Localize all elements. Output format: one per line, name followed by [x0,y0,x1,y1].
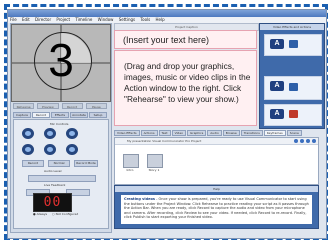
tab-effects[interactable]: Effects [51,112,69,118]
title-bar [8,10,326,17]
tab-text[interactable]: Text [158,130,171,136]
tab-capture[interactable]: Capture [13,112,31,118]
mic-label: Mic Controls [50,122,69,126]
tab-scene[interactable]: Scene [286,130,302,136]
camera-icon[interactable] [66,128,78,139]
audio-level-slider[interactable] [28,175,96,182]
camera-icon[interactable] [22,128,34,139]
normal-mode-button[interactable]: Normal [48,160,70,167]
radio-always[interactable]: ● Always [33,212,47,216]
countdown-number: 3 [48,34,74,86]
menu-help[interactable]: Help [156,17,165,22]
tab-transitions[interactable]: Transitions [240,130,263,136]
media-path-bar: My presentation Visual Communicator Pro … [115,138,318,145]
camera-icon[interactable] [44,144,56,155]
tab-browse[interactable]: Browse [222,130,240,136]
text-effect-icon: A [270,39,284,49]
media-tabs: Video Effects Actions Text Video Graphic… [114,130,314,136]
media-item-story-1[interactable] [147,154,163,168]
folder-icon[interactable] [312,139,316,143]
rehearse-button[interactable]: Rehearse [13,103,35,109]
radio-always-label: Always [36,212,48,216]
menu-tools[interactable]: Tools [140,17,150,22]
forward-icon[interactable] [300,139,304,143]
record-mode-select[interactable]: Record Mode [74,160,98,167]
camera-icons-row-1 [22,128,78,139]
media-toolbar [294,138,316,144]
media-item-story-1-label: Story 1 [148,168,160,172]
image-effect-icon [289,110,298,118]
level-label: Audio Level [44,169,62,173]
text-effect-icon: A [270,109,284,119]
radio-not-configured-label: Not Configured [55,212,79,216]
tab-setup[interactable]: Setup [89,112,107,118]
effect-tile-2[interactable]: A [264,76,322,100]
transport-controls: Rehearse Preview Record Pause [13,103,107,109]
image-effect-icon [289,40,298,48]
tab-actions[interactable]: Actions [140,130,158,136]
record-mode-button[interactable]: Record [22,160,44,167]
media-path: My presentation Visual Communicator Pro … [127,139,202,143]
media-browser: My presentation Visual Communicator Pro … [114,137,319,185]
effects-header: Video Effects and Actions [260,24,324,30]
tab-audio[interactable]: Audio [207,130,222,136]
help-panel: Help Creating videos - Once your show is… [114,185,319,229]
refresh-icon[interactable] [306,139,310,143]
media-item-intro[interactable] [123,154,139,168]
tab-record[interactable]: Record [32,112,50,118]
timer-counter: 00 [33,193,72,212]
effects-pane: Video Effects and Actions A A A [259,23,325,129]
help-header: Help [115,186,318,192]
pause-button[interactable]: Pause [85,103,107,109]
help-title: Creating videos [124,197,155,201]
camera-icon[interactable] [66,144,78,155]
effect-tile-1[interactable]: A [264,34,322,56]
menu-timeline[interactable]: Timeline [75,17,92,22]
back-icon[interactable] [294,139,298,143]
tab-graphics[interactable]: Graphics [187,130,207,136]
preview-window: 3 [11,24,111,102]
radio-not-configured[interactable]: ○ Not Configured [52,212,78,216]
live-feedback-label: Live Feedback [44,183,66,187]
tab-keyframes[interactable]: Keyframes [263,130,286,136]
script-text-area[interactable]: (Drag and drop your graphics, images, mu… [114,50,257,126]
menu-project[interactable]: Project [56,17,70,22]
camera-icons-row-2 [22,144,78,155]
camera-icon[interactable] [44,128,56,139]
tab-video[interactable]: Video [171,130,187,136]
menu-file[interactable]: File [10,17,17,22]
text-effect-icon: A [270,81,284,91]
menu-window[interactable]: Window [98,17,114,22]
insert-text-field[interactable]: (Insert your text here) [114,30,257,49]
left-tabs: Capture Record Effects Annotate Setup [13,112,107,118]
image-effect-icon [289,83,298,91]
help-content: Creating videos - Once your show is prep… [121,195,312,224]
preview-button[interactable]: Preview [37,103,59,109]
menu-edit[interactable]: Edit [22,17,30,22]
menu-settings[interactable]: Settings [119,17,135,22]
media-item-intro-label: Intro [126,168,134,172]
menu-director[interactable]: Director [35,17,51,22]
camera-icon[interactable] [22,144,34,155]
tab-annotate[interactable]: Annotate [70,112,88,118]
tab-video-effects[interactable]: Video Effects [114,130,140,136]
record-button[interactable]: Record [61,103,83,109]
effect-tile-3[interactable]: A [264,104,322,126]
